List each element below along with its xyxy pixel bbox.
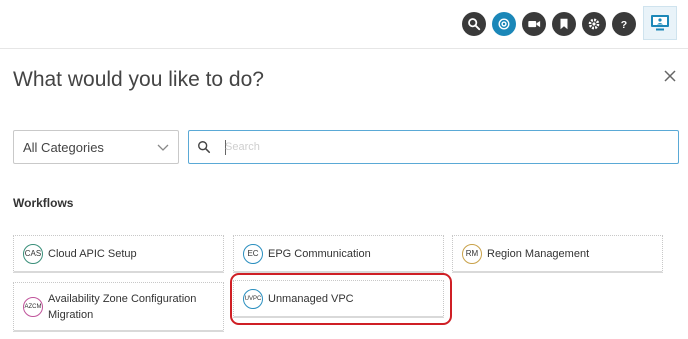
workflow-card-unmanaged-vpc[interactable]: UVPC Unmanaged VPC <box>233 280 444 318</box>
workflows-heading: Workflows <box>13 196 74 210</box>
workflow-label: Cloud APIC Setup <box>48 247 137 260</box>
workflow-label: Availability Zone Configuration Migratio… <box>48 292 197 321</box>
workflow-badge: AZCM <box>23 296 43 317</box>
help-icon[interactable]: ? <box>612 12 636 36</box>
user-monitor-icon[interactable] <box>643 6 677 40</box>
search-icon[interactable] <box>462 12 486 36</box>
workflow-card-region-management[interactable]: RM Region Management <box>452 235 663 273</box>
gear-icon[interactable] <box>582 12 606 36</box>
search-box[interactable] <box>188 130 679 164</box>
workflow-badge: RM <box>462 243 482 264</box>
workflow-card-availability-zone-configuration-migration[interactable]: AZCM Availability Zone Configuration Mig… <box>13 282 224 332</box>
video-icon[interactable] <box>522 12 546 36</box>
category-select[interactable]: All Categories <box>13 130 179 164</box>
workflow-badge: UVPC <box>243 288 263 309</box>
workflow-label: Region Management <box>487 247 590 260</box>
workflow-badge: CAS <box>23 243 43 264</box>
bookmark-icon[interactable] <box>552 12 576 36</box>
workflow-label: EPG Communication <box>268 247 371 260</box>
workflow-badge: EC <box>243 243 263 264</box>
close-icon[interactable] <box>662 68 678 84</box>
svg-text:?: ? <box>621 19 627 31</box>
chevron-down-icon <box>157 144 169 151</box>
category-select-value: All Categories <box>23 139 104 155</box>
dialog-title: What would you like to do? <box>13 68 264 91</box>
search-input[interactable] <box>225 138 665 156</box>
search-icon <box>198 141 211 154</box>
top-toolbar: ? <box>0 0 688 49</box>
activity-icon[interactable] <box>492 12 516 36</box>
workflow-card-epg-communication[interactable]: EC EPG Communication <box>233 235 444 273</box>
workflow-card-cloud-apic-setup[interactable]: CAS Cloud APIC Setup <box>13 235 224 273</box>
workflow-label: Unmanaged VPC <box>268 292 354 305</box>
